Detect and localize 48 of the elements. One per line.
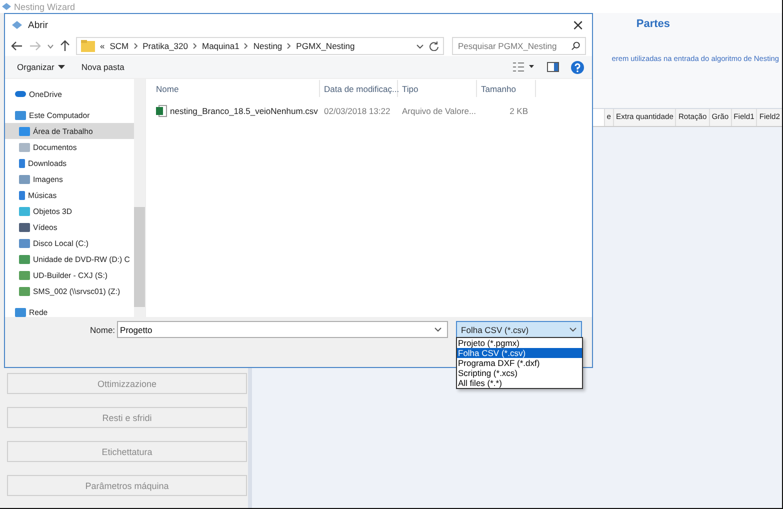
chevron-icon	[134, 43, 138, 49]
app-icon	[2, 3, 11, 10]
folder-icon	[81, 40, 95, 52]
window-title: Nesting Wizard	[14, 2, 76, 12]
back-icon[interactable]	[11, 41, 23, 51]
caret-icon	[569, 327, 578, 332]
filename-field[interactable]: Progetto	[117, 321, 448, 338]
help-icon[interactable]	[571, 60, 584, 74]
breadcrumb-item[interactable]: Nesting	[253, 41, 282, 51]
panel-title: Partes	[636, 18, 670, 30]
column-header[interactable]: Tamanho	[477, 80, 536, 97]
new-folder-button[interactable]: Nova pasta	[79, 62, 126, 72]
column-header[interactable]: Data de modificaç...	[320, 80, 398, 97]
search-icon	[570, 41, 580, 51]
caret-icon[interactable]	[47, 44, 54, 48]
breadcrumb-item[interactable]: «	[100, 41, 105, 51]
filename-label: Nome:	[90, 325, 116, 335]
caret-icon	[58, 65, 66, 69]
caret-icon[interactable]	[434, 327, 442, 332]
column-header[interactable]: Tipo	[398, 80, 477, 97]
file-type-option[interactable]: Programa DXF (*.dxf)	[457, 358, 582, 368]
breadcrumb-item[interactable]: Maquina1	[202, 41, 240, 51]
view-icon[interactable]	[513, 62, 535, 72]
breadcrumb-item[interactable]: Pratika_320	[142, 41, 188, 51]
chevron-icon	[193, 43, 197, 49]
file-type-option[interactable]: Scripting (*.xcs)	[457, 368, 582, 378]
dialog-icon	[12, 21, 22, 29]
chevron-icon	[287, 43, 292, 49]
dialog-title: Abrir	[28, 20, 48, 30]
file-type-option[interactable]: All files (*.*)	[457, 378, 582, 388]
search-field[interactable]: Pesquisar PGMX_Nesting	[452, 37, 586, 55]
breadcrumb-item[interactable]: PGMX_Nesting	[296, 41, 355, 51]
chevron-icon	[244, 43, 248, 49]
caret-icon[interactable]	[416, 44, 424, 48]
file-type-option[interactable]: Projeto (*.pgmx)	[457, 338, 582, 348]
scrollbar[interactable]	[134, 79, 145, 317]
up-icon[interactable]	[60, 40, 70, 52]
file-type-dropdown[interactable]: Folha CSV (*.csv)	[456, 321, 582, 338]
filename-input[interactable]: Progetto	[120, 324, 434, 334]
organize-button[interactable]: Organizar	[15, 62, 68, 72]
column-header[interactable]: Nome	[146, 80, 320, 97]
refresh-icon[interactable]	[429, 41, 439, 51]
address-bar[interactable]: « SCM Pratika_320 Maquina1 Nesting PGMX_Nesting	[76, 37, 444, 55]
spreadsheet-file-icon	[156, 105, 167, 117]
breadcrumb-item[interactable]: SCM	[110, 41, 129, 51]
preview-pane-icon[interactable]	[547, 62, 559, 72]
file-type-option[interactable]: Folha CSV (*.csv)	[457, 348, 582, 358]
file-row[interactable]: nesting_Branco_18.5_veioNenhum.csv 02/03/2018 13:22 Arquivo de Valore... 2 KB	[146, 104, 592, 118]
